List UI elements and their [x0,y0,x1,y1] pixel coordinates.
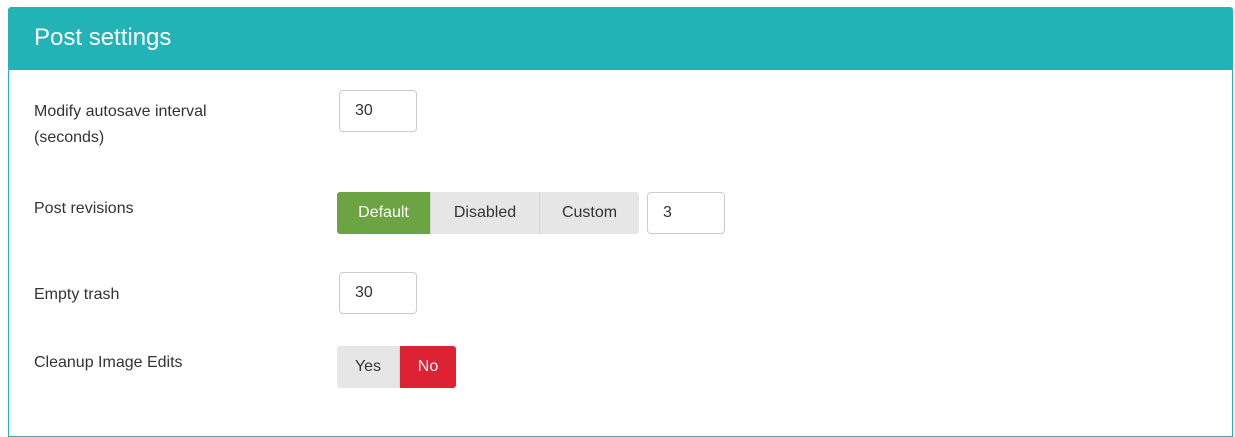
post-revisions-toggle-group: Default Disabled Custom [337,192,639,234]
post-revisions-label: Post revisions [34,200,134,217]
autosave-label-line1: Modify autosave interval [34,103,207,120]
panel-title: Post settings [34,24,172,51]
cleanup-no-button[interactable]: No [400,346,456,388]
autosave-interval-input[interactable] [339,90,417,132]
revisions-default-button[interactable]: Default [337,192,431,234]
cleanup-image-edits-label: Cleanup Image Edits [34,354,183,371]
revisions-custom-button[interactable]: Custom [540,192,639,234]
autosave-label-line2: (seconds) [34,129,105,146]
autosave-label: Modify autosave interval (seconds) [34,99,294,151]
revisions-custom-input[interactable] [647,192,725,234]
cleanup-yes-button[interactable]: Yes [337,346,400,388]
post-settings-panel: Post settings Modify autosave interval (… [8,7,1233,437]
revisions-disabled-button[interactable]: Disabled [431,192,540,234]
panel-header: Post settings [9,8,1232,70]
cleanup-image-edits-toggle-group: Yes No [337,346,456,388]
empty-trash-input[interactable] [339,272,417,314]
empty-trash-label: Empty trash [34,286,120,303]
